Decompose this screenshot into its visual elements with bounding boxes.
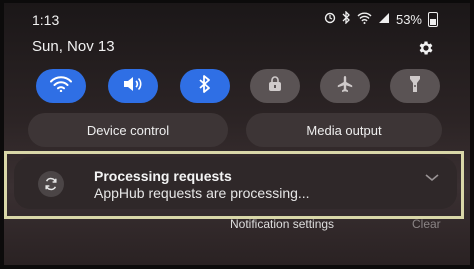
notification-body: AppHub requests are processing... bbox=[94, 185, 310, 201]
notification-title: Processing requests bbox=[94, 168, 232, 184]
sync-icon bbox=[38, 171, 64, 197]
device-control-button[interactable]: Device control bbox=[28, 113, 228, 147]
bluetooth-icon bbox=[199, 74, 211, 98]
notification-shade: 1:13 53% Sun, Nov 13 Device control Medi… bbox=[4, 3, 470, 265]
status-bar: 1:13 53% bbox=[4, 3, 470, 35]
clear-button[interactable]: Clear bbox=[412, 217, 441, 231]
date-label: Sun, Nov 13 bbox=[32, 38, 115, 55]
quick-toggles bbox=[36, 69, 440, 103]
sound-toggle[interactable] bbox=[108, 69, 158, 103]
bluetooth-toggle[interactable] bbox=[180, 69, 230, 103]
wifi-toggle[interactable] bbox=[36, 69, 86, 103]
status-time: 1:13 bbox=[32, 12, 60, 28]
status-icons: 53% bbox=[324, 10, 438, 27]
flashlight-icon bbox=[408, 75, 422, 98]
notification-settings-button[interactable]: Notification settings bbox=[230, 217, 334, 231]
battery-icon bbox=[428, 11, 438, 27]
lock-icon bbox=[267, 75, 283, 97]
settings-gear-icon[interactable] bbox=[416, 38, 436, 58]
notification-card[interactable]: Processing requests AppHub requests are … bbox=[14, 157, 457, 209]
bluetooth-status-icon bbox=[342, 10, 351, 27]
wifi-status-icon bbox=[357, 12, 372, 27]
signal-icon bbox=[378, 12, 390, 27]
data-saver-icon bbox=[324, 12, 336, 27]
speaker-icon bbox=[122, 76, 144, 97]
media-output-button[interactable]: Media output bbox=[246, 113, 442, 147]
flashlight-toggle[interactable] bbox=[390, 69, 440, 103]
airplane-icon bbox=[336, 75, 354, 98]
chevron-down-icon[interactable] bbox=[425, 169, 439, 187]
battery-text: 53% bbox=[395, 11, 422, 27]
lock-toggle[interactable] bbox=[250, 69, 300, 103]
wifi-icon bbox=[50, 75, 72, 97]
airplane-toggle[interactable] bbox=[320, 69, 370, 103]
